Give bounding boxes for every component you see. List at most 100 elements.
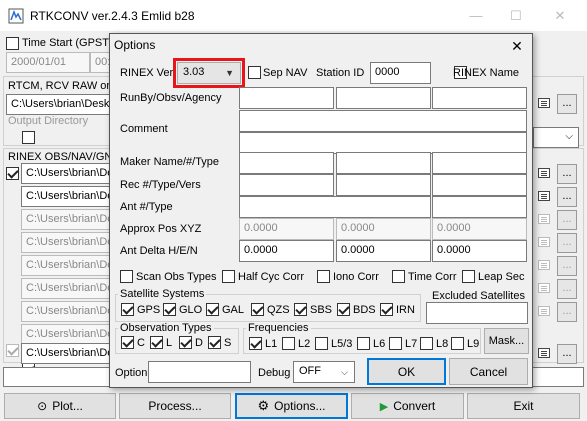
rinex-gnav-browse-button[interactable]: ... [557,210,577,230]
scan-obs-checkbox[interactable] [120,270,133,283]
options-button[interactable]: ⚙ Options... [235,393,348,419]
agency-field[interactable] [432,87,527,109]
cancel-button[interactable]: Cancel [449,358,528,385]
sys-glo-checkbox[interactable] [163,303,176,316]
freq-l53-checkbox[interactable] [315,337,328,350]
sys-glo-option[interactable]: GLO [163,303,202,316]
view-file-icon[interactable] [538,191,550,201]
ant-delta-h-field[interactable]: 0.0000 [239,240,334,262]
obs-l-option[interactable]: L [150,336,172,349]
freq-l9-checkbox[interactable] [451,337,464,350]
freq-l8-option[interactable]: L8 [420,337,448,350]
view-file-icon[interactable] [538,168,550,178]
freq-l2-option[interactable]: L2 [282,337,310,350]
view-file-icon[interactable] [538,283,550,293]
iono-corr-checkbox[interactable] [317,270,330,283]
time-start-time-field[interactable]: 00: [90,52,110,73]
rinex-inav-checkbox[interactable] [6,344,19,357]
maker-type-field[interactable] [432,152,527,174]
rinex-inav-field[interactable]: C:\Users\brian\De [21,324,110,345]
view-file-icon[interactable] [538,306,550,316]
ant-delta-n-field[interactable]: 0.0000 [432,240,527,262]
freq-l53-option[interactable]: L5/3 [315,337,352,350]
rinex-sbas-field[interactable]: C:\Users\brian\De [21,343,110,364]
convert-button[interactable]: ▶ Convert [351,393,464,419]
time-corr-checkbox[interactable] [392,270,405,283]
rinex-nav-field[interactable]: C:\Users\brian\De [21,186,110,207]
rinex-obs-browse-button[interactable]: ... [557,164,577,184]
rinex-hnav-field[interactable]: C:\Users\brian\De [21,232,110,253]
debug-dropdown[interactable]: OFF ⌵ [293,361,355,383]
option-field[interactable] [148,361,251,383]
exit-button[interactable]: Exit [467,393,580,419]
maker-name-field[interactable] [239,152,334,174]
station-id-field[interactable]: 0000 [370,62,431,84]
rinex-qnav-browse-button[interactable]: ... [557,256,577,276]
maker-number-field[interactable] [336,152,431,174]
input-file-field[interactable]: C:\Users\brian\Deskt [6,94,110,115]
view-file-icon[interactable] [538,260,550,270]
observer-field[interactable] [336,87,431,109]
view-file-icon[interactable] [538,237,550,247]
freq-l7-option[interactable]: L7 [389,337,417,350]
comment-field-2[interactable] [239,132,527,154]
time-corr-option[interactable]: Time Corr [392,270,456,283]
sys-gal-checkbox[interactable] [206,303,219,316]
obs-c-option[interactable]: C [121,336,145,349]
ok-button[interactable]: OK [367,358,446,385]
output-directory-dropdown[interactable]: ⌵ [533,127,579,148]
time-start-checkbox[interactable] [6,37,19,50]
rinex-hnav-browse-button[interactable]: ... [557,233,577,253]
sys-bds-checkbox[interactable] [337,303,350,316]
ant-type-field[interactable] [432,196,527,218]
freq-l1-option[interactable]: L1 [249,337,277,350]
rinex-gnav-field[interactable]: C:\Users\brian\De [21,209,110,230]
close-button[interactable]: ✕ [540,4,580,28]
iono-corr-option[interactable]: Iono Corr [317,270,379,283]
sys-qzs-checkbox[interactable] [251,303,264,316]
half-cyc-checkbox[interactable] [222,270,235,283]
time-start-date-field[interactable]: 2000/01/01 [6,52,90,73]
freq-l7-checkbox[interactable] [389,337,402,350]
excluded-satellites-field[interactable] [426,302,528,324]
approx-pos-x-field[interactable]: 0.0000 [239,218,334,240]
sys-gps-checkbox[interactable] [121,303,134,316]
ant-delta-e-field[interactable]: 0.0000 [336,240,431,262]
comment-field-1[interactable] [239,110,527,132]
ant-number-field[interactable] [239,196,431,218]
sep-nav-checkbox[interactable] [248,66,261,79]
freq-l1-checkbox[interactable] [249,337,262,350]
process-button[interactable]: Process... [119,393,231,419]
view-file-icon[interactable] [538,214,550,224]
obs-s-checkbox[interactable] [208,336,221,349]
runby-field[interactable] [239,87,334,109]
rinex-sbas-browse-button[interactable]: ... [557,344,577,364]
approx-pos-z-field[interactable]: 0.0000 [432,218,527,240]
freq-l6-option[interactable]: L6 [357,337,385,350]
sys-sbs-checkbox[interactable] [294,303,307,316]
rinex-nav-browse-button[interactable]: ... [557,187,577,207]
leap-sec-option[interactable]: Leap Sec [462,270,524,283]
rec-type-field[interactable] [336,174,431,196]
obs-s-option[interactable]: S [208,336,231,349]
rinex-obs-field[interactable]: C:\Users\brian\De [21,163,110,184]
view-file-icon[interactable] [538,348,550,358]
half-cyc-option[interactable]: Half Cyc Corr [222,270,304,283]
sys-bds-option[interactable]: BDS [337,303,376,316]
freq-l9-option[interactable]: L9 [451,337,479,350]
dialog-close-icon[interactable]: ✕ [507,36,527,56]
obs-d-option[interactable]: D [179,336,203,349]
rinex-lnav-field[interactable]: C:\Users\brian\De [21,278,110,299]
rinex-cnav-field[interactable]: C:\Users\brian\De [21,301,110,322]
rinex-qnav-field[interactable]: C:\Users\brian\De [21,255,110,276]
scan-obs-option[interactable]: Scan Obs Types [120,270,217,283]
obs-d-checkbox[interactable] [179,336,192,349]
rinex-obs-checkbox[interactable] [6,167,19,180]
rinex-lnav-browse-button[interactable]: ... [557,279,577,299]
freq-l8-checkbox[interactable] [420,337,433,350]
input-browse-button[interactable]: ... [557,94,577,114]
leap-sec-checkbox[interactable] [462,270,475,283]
obs-l-checkbox[interactable] [150,336,163,349]
mask-button[interactable]: Mask... [484,328,529,354]
view-file-icon[interactable] [538,98,550,108]
